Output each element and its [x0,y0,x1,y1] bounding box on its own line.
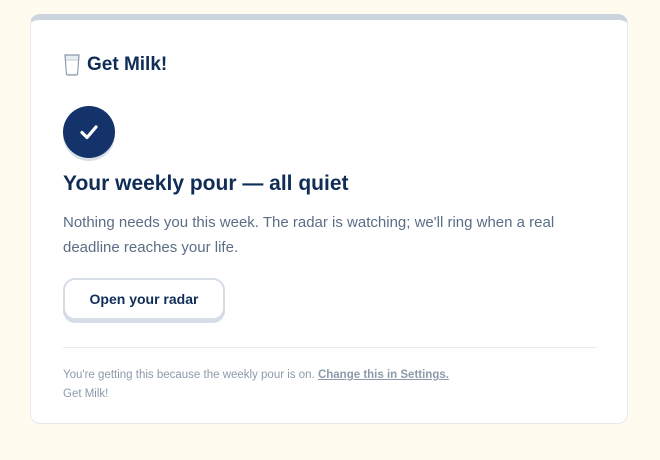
status-check-badge [63,106,115,158]
brand-header: Get Milk! [63,54,167,76]
body-text: Nothing needs you this week. The radar i… [63,214,555,256]
footer: You're getting this because the weekly p… [63,366,449,404]
milk-glass-icon [64,54,80,76]
headline: Your weekly pour — all quiet [63,172,349,195]
footer-notice-line: You're getting this because the weekly p… [63,366,449,385]
check-icon [80,125,98,140]
open-radar-button[interactable]: Open your radar [63,278,225,320]
footer-signature: Get Milk! [63,388,109,400]
settings-link[interactable]: Change this in Settings. [318,369,449,381]
divider [63,347,597,348]
email-card: Get Milk! Your weekly pour — all quiet N… [30,14,628,424]
brand-name: Get Milk! [87,54,168,75]
footer-notice: You're getting this because the weekly p… [63,369,315,381]
